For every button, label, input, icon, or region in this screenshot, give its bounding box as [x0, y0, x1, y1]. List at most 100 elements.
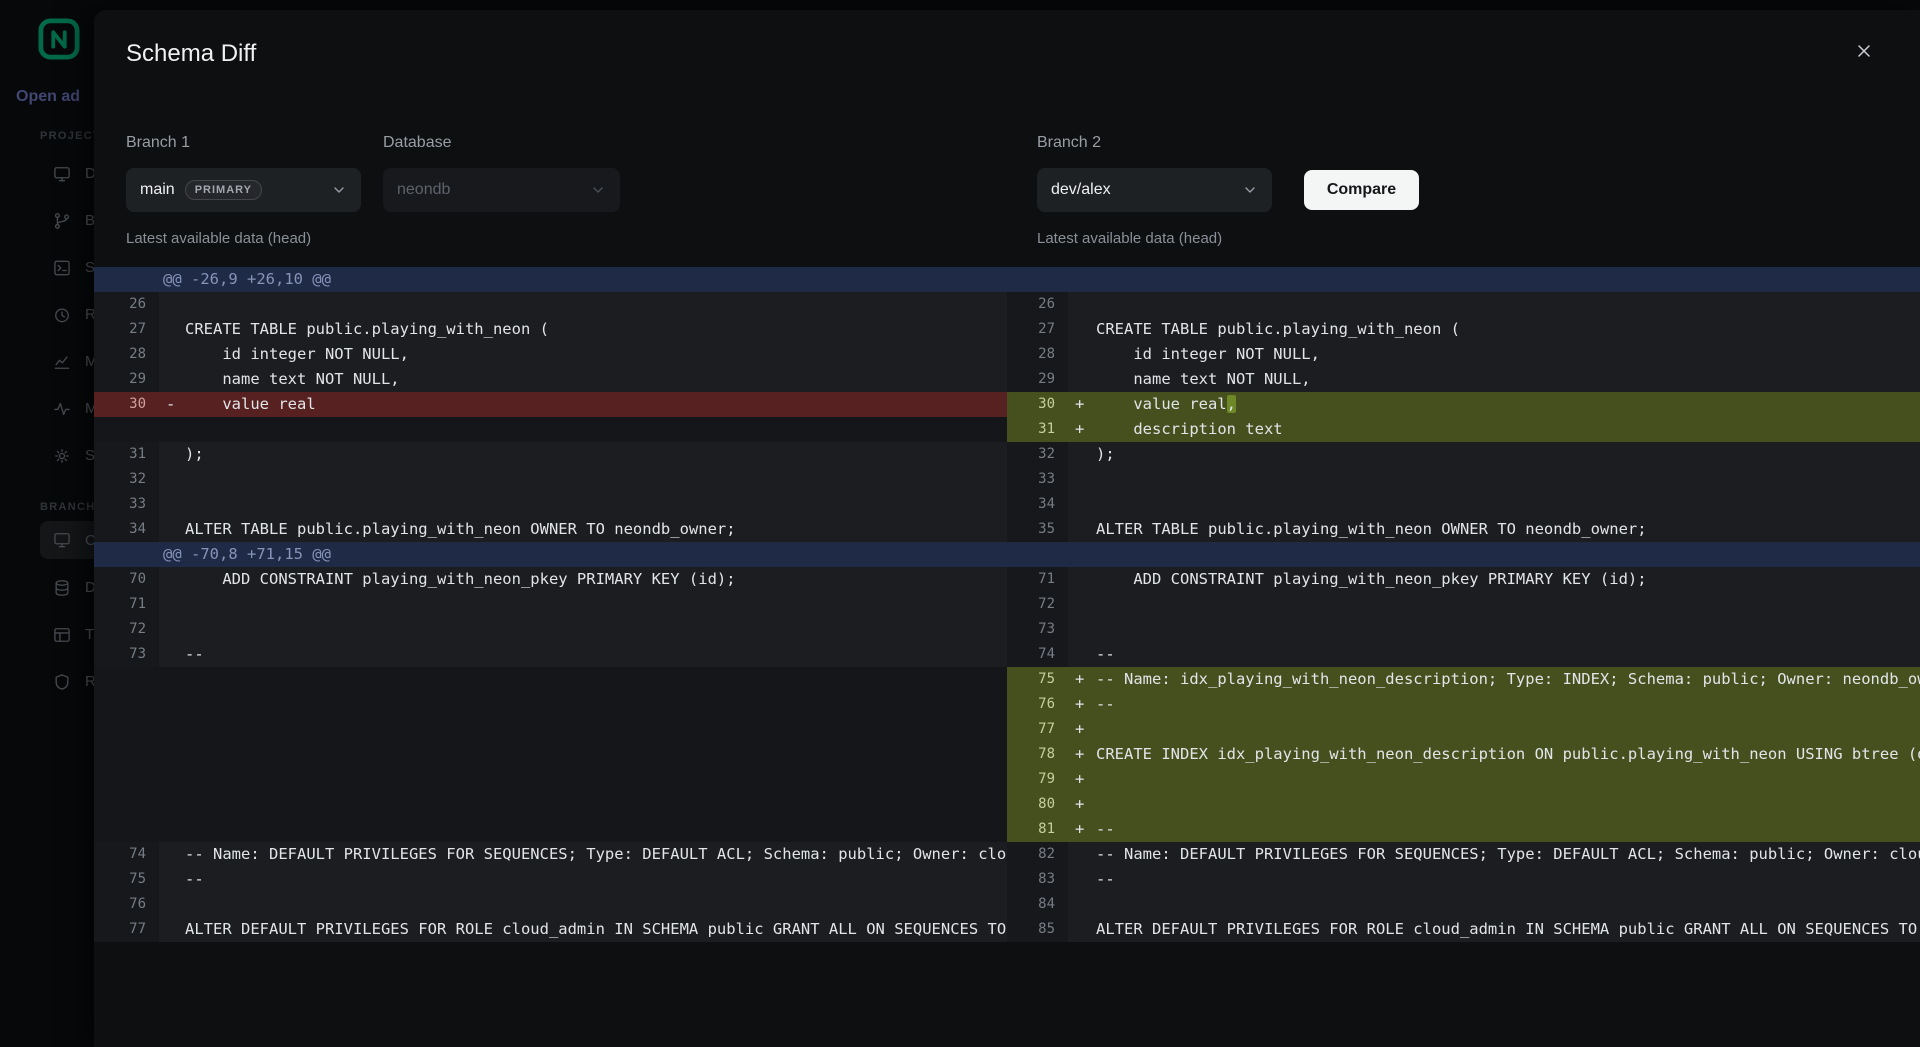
diff-marker: [159, 917, 185, 942]
diff-marker: +: [1068, 417, 1096, 442]
line-number: 75: [1007, 667, 1068, 692]
diff-marker: [1068, 492, 1096, 517]
diff-row: 7172: [94, 592, 1920, 617]
diff-line-left: 73--: [94, 642, 1007, 667]
code-text: [185, 292, 1007, 317]
code-text: [185, 767, 1007, 792]
diff-hunk-row: @@ -26,9 +26,10 @@: [94, 267, 1920, 292]
code-text: [1096, 492, 1920, 517]
line-number: 85: [1007, 917, 1068, 942]
diff-row: 31);32);: [94, 442, 1920, 467]
line-number: 83: [1007, 867, 1068, 892]
line-number: 75: [94, 867, 159, 892]
diff-line-left: [94, 742, 1007, 767]
compare-button[interactable]: Compare: [1304, 170, 1419, 210]
diff-row: 30- value real30+ value real,: [94, 392, 1920, 417]
primary-badge: PRIMARY: [185, 180, 262, 200]
database-select[interactable]: neondb: [383, 168, 620, 212]
branch2-select[interactable]: dev/alex: [1037, 168, 1272, 212]
diff-marker: [159, 642, 185, 667]
diff-line-left: 33: [94, 492, 1007, 517]
line-number: 84: [1007, 892, 1068, 917]
diff-line-right: 85 ALTER DEFAULT PRIVILEGES FOR ROLE clou…: [1007, 917, 1920, 942]
diff-line-right: 28 id integer NOT NULL,: [1007, 342, 1920, 367]
code-text: ALTER DEFAULT PRIVILEGES FOR ROLE cloud_…: [1096, 917, 1920, 942]
diff-marker: +: [1068, 767, 1096, 792]
diff-marker: [1068, 292, 1096, 317]
code-text: [1096, 467, 1920, 492]
diff-row: 33 34: [94, 492, 1920, 517]
code-text: --: [1096, 867, 1920, 892]
diff-marker: [159, 667, 185, 692]
close-button[interactable]: [1846, 34, 1882, 70]
line-number: 74: [1007, 642, 1068, 667]
code-text: --: [1096, 692, 1920, 717]
line-number: 77: [94, 917, 159, 942]
line-number: 72: [94, 617, 159, 642]
line-number: 33: [94, 492, 159, 517]
line-number: 28: [1007, 342, 1068, 367]
code-text: --: [1096, 817, 1920, 842]
diff-row: 80+: [94, 792, 1920, 817]
diff-line-left: 26: [94, 292, 1007, 317]
schema-diff-view[interactable]: @@ -26,9 +26,10 @@262627CREATE TABLE pub…: [94, 267, 1920, 942]
diff-row: 75+-- Name: idx_playing_with_neon_descri…: [94, 667, 1920, 692]
branch2-field: Branch 2 dev/alex Latest available data …: [1037, 134, 1272, 247]
diff-row: 31+ description text: [94, 417, 1920, 442]
diff-row: 77 ALTER DEFAULT PRIVILEGES FOR ROLE clou…: [94, 917, 1920, 942]
line-number: [94, 767, 159, 792]
diff-line-right: 29 name text NOT NULL,: [1007, 367, 1920, 392]
hunk-header-spacer: [1007, 542, 1920, 567]
line-number: 30: [1007, 392, 1068, 417]
line-number: 31: [94, 442, 159, 467]
diff-marker: [159, 867, 185, 892]
code-text: [185, 417, 1007, 442]
line-number: 80: [1007, 792, 1068, 817]
code-text: [1096, 767, 1920, 792]
code-text: --: [185, 867, 1007, 892]
diff-row: 28 id integer NOT NULL,28 id integer NOT…: [94, 342, 1920, 367]
line-number: 31: [1007, 417, 1068, 442]
diff-marker: [159, 492, 185, 517]
diff-row: 79+: [94, 767, 1920, 792]
diff-marker: +: [1068, 792, 1096, 817]
diff-line-right: 35ALTER TABLE public.playing_with_neon O…: [1007, 517, 1920, 542]
diff-marker: [1068, 442, 1096, 467]
diff-marker: [1068, 842, 1096, 867]
branch1-hint: Latest available data (head): [126, 230, 361, 247]
branch2-hint: Latest available data (head): [1037, 230, 1272, 247]
diff-hunk-row: @@ -70,8 +71,15 @@: [94, 542, 1920, 567]
diff-line-right: 82-- Name: DEFAULT PRIVILEGES FOR SEQUEN…: [1007, 842, 1920, 867]
code-text: id integer NOT NULL,: [185, 342, 1007, 367]
code-text: --: [185, 642, 1007, 667]
diff-line-right: 76+--: [1007, 692, 1920, 717]
diff-row: 78+CREATE INDEX idx_playing_with_neon_de…: [94, 742, 1920, 767]
diff-marker: [1068, 342, 1096, 367]
diff-marker: [1068, 917, 1096, 942]
code-text: value real,: [1096, 392, 1920, 417]
diff-line-left: 71: [94, 592, 1007, 617]
code-text: CREATE TABLE public.playing_with_neon (: [185, 317, 1007, 342]
code-text: );: [185, 442, 1007, 467]
diff-line-left: 27CREATE TABLE public.playing_with_neon …: [94, 317, 1007, 342]
diff-marker: [159, 842, 185, 867]
diff-marker: [159, 717, 185, 742]
line-number: [94, 717, 159, 742]
diff-marker: [159, 742, 185, 767]
diff-row: 29 name text NOT NULL,29 name text NOT N…: [94, 367, 1920, 392]
diff-line-right: 34: [1007, 492, 1920, 517]
diff-row: 27CREATE TABLE public.playing_with_neon …: [94, 317, 1920, 342]
code-text: CREATE TABLE public.playing_with_neon (: [1096, 317, 1920, 342]
branch1-select[interactable]: main PRIMARY: [126, 168, 361, 212]
diff-line-left: [94, 792, 1007, 817]
line-number: 26: [94, 292, 159, 317]
line-number: 77: [1007, 717, 1068, 742]
diff-line-right: 84: [1007, 892, 1920, 917]
line-number: 76: [94, 892, 159, 917]
branch2-value: dev/alex: [1051, 181, 1111, 199]
code-text: [185, 492, 1007, 517]
code-text: -- Name: idx_playing_with_neon_descripti…: [1096, 667, 1920, 692]
diff-marker: -: [159, 392, 185, 417]
code-text: CREATE INDEX idx_playing_with_neon_descr…: [1096, 742, 1920, 767]
diff-marker: [159, 467, 185, 492]
